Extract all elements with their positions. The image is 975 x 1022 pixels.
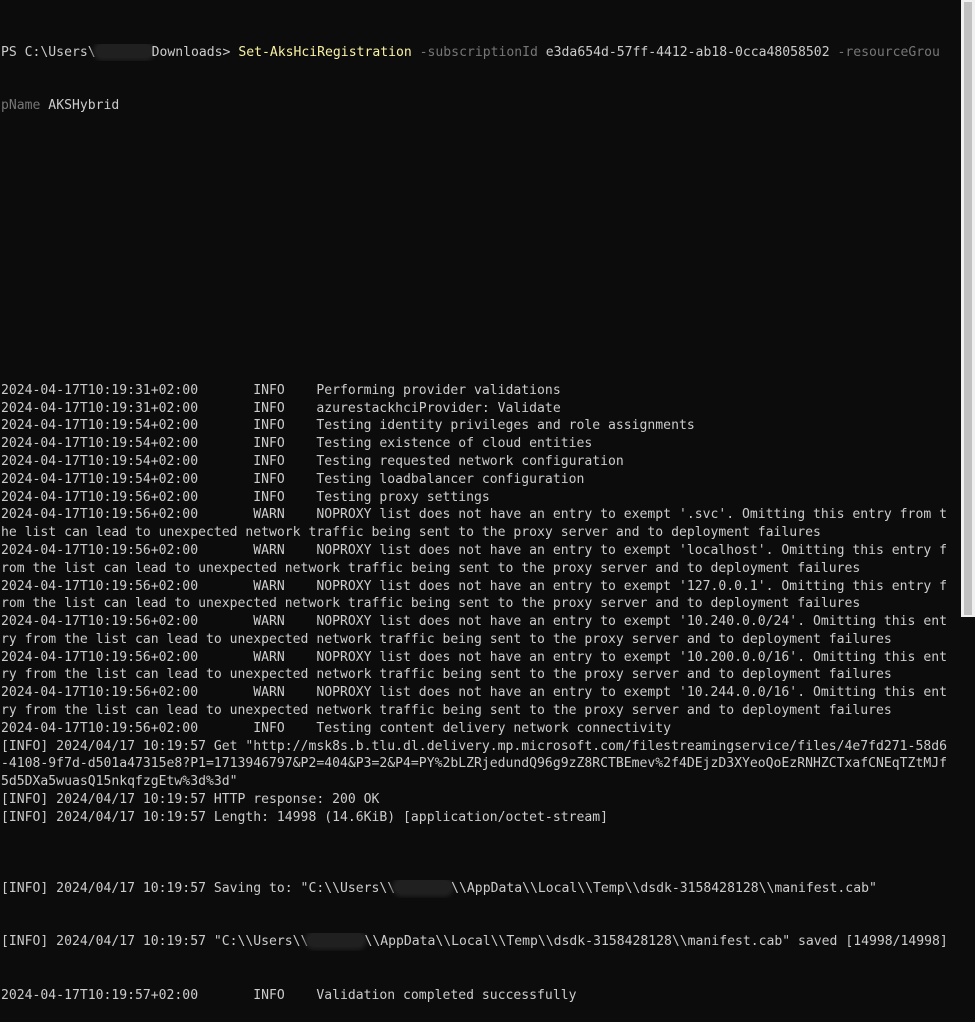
log-line-saving: [INFO] 2024/04/17 10:19:57 Saving to: "C… xyxy=(1,880,961,898)
log-line: rom the list can lead to unexpected netw… xyxy=(1,596,861,612)
log-line: -4108-9f7d-d501a47315e8?P1=1713946797&P2… xyxy=(1,756,947,772)
param-resource-group: -resourceGrou xyxy=(829,44,940,60)
param-resource-group-wrap: pName xyxy=(1,97,41,113)
redacted-username xyxy=(395,880,452,895)
log-line: 2024-04-17T10:19:56+02:00 WARN NOPROXY l… xyxy=(1,649,947,665)
param-subscription-id: -subscriptionId xyxy=(411,44,546,60)
log-line: [INFO] 2024/04/17 10:19:57 HTTP response… xyxy=(1,792,380,808)
saved-after: \\AppData\\Local\\Temp\\dsdk-3158428128\… xyxy=(364,934,948,950)
log-line: 2024-04-17T10:19:31+02:00 INFO azurestac… xyxy=(1,400,561,416)
log-line: ry from the list can lead to unexpected … xyxy=(1,667,892,683)
saving-before: [INFO] 2024/04/17 10:19:57 Saving to: "C… xyxy=(1,881,396,897)
log-line: 2024-04-17T10:19:31+02:00 INFO Performin… xyxy=(1,382,561,398)
log-line: 2024-04-17T10:19:56+02:00 INFO Testing c… xyxy=(1,720,672,736)
saved-before: [INFO] 2024/04/17 10:19:57 "C:\\Users\\ xyxy=(1,934,309,950)
log-line: 2024-04-17T10:19:56+02:00 WARN NOPROXY l… xyxy=(1,578,947,594)
log-line: 2024-04-17T10:19:54+02:00 INFO Testing l… xyxy=(1,471,585,487)
resource-group-value: AKSHybrid xyxy=(40,97,120,113)
log-line: 5d5DXa5wuasQ15nkqfzgEtw%3d%3d" xyxy=(1,774,238,790)
log-line: 2024-04-17T10:19:54+02:00 INFO Testing i… xyxy=(1,418,695,434)
log-line: 2024-04-17T10:19:56+02:00 WARN NOPROXY l… xyxy=(1,507,947,523)
redacted-username xyxy=(95,43,152,58)
log-line: [INFO] 2024/04/17 10:19:57 Get "http://m… xyxy=(1,738,947,754)
terminal-output[interactable]: PS C:\Users\ Downloads> Set-AksHciRegistr… xyxy=(1,8,961,1022)
log-line: rom the list can lead to unexpected netw… xyxy=(1,560,861,576)
log-line: ry from the list can lead to unexpected … xyxy=(1,631,892,647)
log-output: 2024-04-17T10:19:31+02:00 INFO Performin… xyxy=(1,382,961,827)
prompt-prefix: PS C:\Users\ xyxy=(1,44,96,60)
log-line-saved: [INFO] 2024/04/17 10:19:57 "C:\\Users\\ \… xyxy=(1,933,961,951)
log-line: ry from the list can lead to unexpected … xyxy=(1,703,892,719)
log-line: 2024-04-17T10:19:54+02:00 INFO Testing e… xyxy=(1,436,593,452)
saving-after: \\AppData\\Local\\Temp\\dsdk-3158428128\… xyxy=(451,881,877,897)
log-line: 2024-04-17T10:19:56+02:00 WARN NOPROXY l… xyxy=(1,542,947,558)
prompt-line-wrap: pName AKSHybrid xyxy=(1,97,961,115)
prompt-line: PS C:\Users\ Downloads> Set-AksHciRegistr… xyxy=(1,43,961,62)
log-line: 2024-04-17T10:19:56+02:00 WARN NOPROXY l… xyxy=(1,614,947,630)
log-line: [INFO] 2024/04/17 10:19:57 Length: 14998… xyxy=(1,809,608,825)
scrollbar-thumb[interactable] xyxy=(964,2,972,615)
log-line-final: 2024-04-17T10:19:57+02:00 INFO Validatio… xyxy=(1,987,577,1003)
prompt-path: Downloads> xyxy=(151,44,239,60)
log-line: 2024-04-17T10:19:54+02:00 INFO Testing r… xyxy=(1,453,624,469)
subscription-id-value: e3da654d-57ff-4412-ab18-0cca48058502 xyxy=(545,44,830,60)
log-line: 2024-04-17T10:19:56+02:00 INFO Testing p… xyxy=(1,489,490,505)
command-name: Set-AksHciRegistration xyxy=(238,44,412,60)
redacted-username xyxy=(308,933,365,948)
log-line: 2024-04-17T10:19:56+02:00 WARN NOPROXY l… xyxy=(1,685,947,701)
log-line: he list can lead to unexpected network t… xyxy=(1,525,821,541)
vertical-scrollbar[interactable] xyxy=(961,0,975,617)
